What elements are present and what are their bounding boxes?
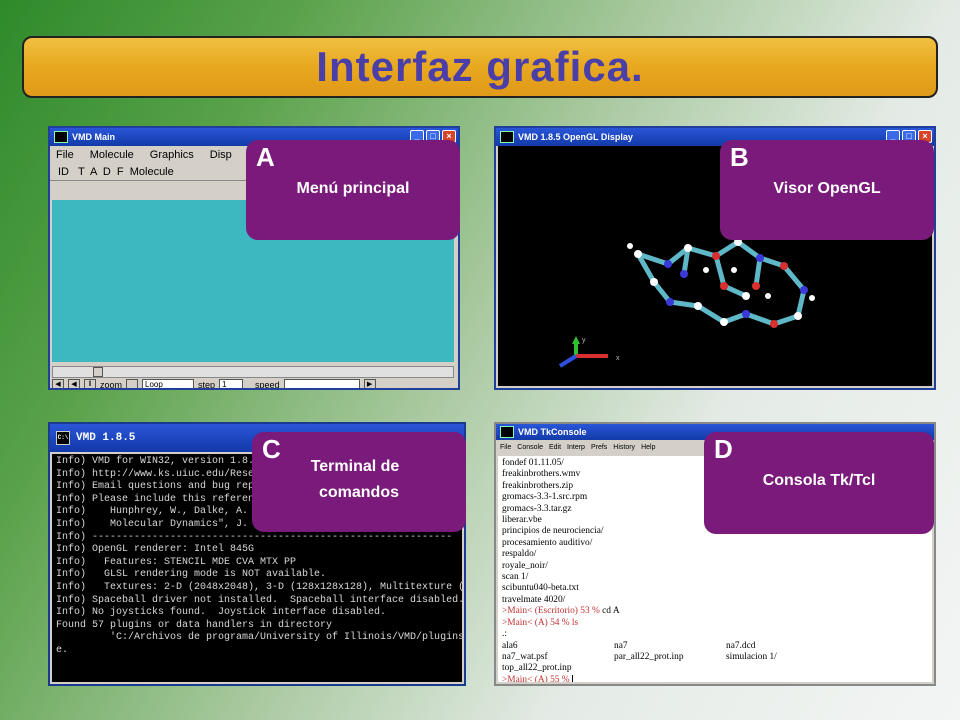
tk-ls-cell: par_all22_prot.inp <box>614 651 684 662</box>
tk-list-line: royale_noir/ <box>502 560 548 571</box>
callout-c-text-line1: Terminal de <box>310 458 400 475</box>
vmd-app-icon <box>500 131 514 143</box>
axis-y-label: y <box>582 337 586 344</box>
tk-prompt-line[interactable]: >Main< (A) 55 % <box>502 674 928 682</box>
molecule-icon <box>627 238 815 328</box>
callout-a-text: Menú principal <box>296 180 410 197</box>
animation-controls: ◀ ◀ ‖ zoom Loop step 1 speed ▶ <box>52 378 454 390</box>
vmd-app-icon <box>500 426 514 438</box>
tk-ls-cell: na7.dcd <box>726 640 756 651</box>
tk-list-line: procesamiento auditivo/ <box>502 537 593 548</box>
step-label: step <box>198 380 216 390</box>
tk-menu-item[interactable]: Console <box>517 444 543 451</box>
tk-ls-cell: simulacion 1/ <box>726 651 777 662</box>
tk-dir-line: .: <box>502 629 507 640</box>
tk-menu-item[interactable]: Help <box>641 444 655 451</box>
play-forward-icon[interactable]: ▶ <box>363 379 376 388</box>
vmd-app-icon <box>54 131 68 143</box>
tk-ls-row: top_all22_prot.inp <box>502 663 928 674</box>
tk-prompt-line: >Main< (Escritorio) 53 % cd A <box>502 606 928 617</box>
axis-x-label: x <box>616 355 620 362</box>
terminal-line: 'C:/Archivos de programa/University of I… <box>110 632 462 644</box>
tk-prompt: >Main< (Escritorio) 53 % <box>502 606 603 617</box>
menu-graphics[interactable]: Graphics <box>150 149 194 161</box>
callout-c-text-line2: comandos <box>318 484 399 501</box>
terminal-line: e. <box>56 644 69 656</box>
tk-menu-item[interactable]: Interp <box>567 444 585 451</box>
tk-menu-item[interactable]: Prefs <box>591 444 607 451</box>
menu-display[interactable]: Disp <box>210 149 232 161</box>
tk-list-line: scibuntu040-beta.txt <box>502 583 579 594</box>
callout-c: C Terminal de comandos <box>252 432 466 532</box>
terminal-line: Found 57 plugins or data handlers in dir… <box>56 619 333 631</box>
step-field[interactable]: 1 <box>219 379 244 388</box>
callout-a: A Menú principal <box>246 140 460 240</box>
callout-b-letter: B <box>730 142 749 172</box>
callout-d-text: Consola Tk/Tcl <box>762 472 876 489</box>
speed-slider[interactable] <box>283 379 360 388</box>
zoom-label: zoom <box>100 380 123 390</box>
tk-list-line: scan 1/ <box>502 572 529 583</box>
terminal-line: Info) GLSL rendering mode is NOT availab… <box>56 569 327 581</box>
tk-menu-item[interactable]: History <box>613 444 635 451</box>
callout-a-letter: A <box>256 142 275 172</box>
tk-ls-cell <box>726 663 838 674</box>
text-cursor <box>571 674 573 682</box>
horizontal-scrollbar[interactable] <box>52 366 454 378</box>
tk-ls-cell <box>614 663 726 674</box>
terminal-line: Info) No joysticks found. Joystick inter… <box>56 607 387 619</box>
terminal-line: Info) Textures: 2-D (2048x2048), 3-D (12… <box>56 581 462 593</box>
step-back-icon[interactable]: ◀ <box>68 379 80 388</box>
terminal-title: VMD 1.8.5 <box>76 432 136 444</box>
callout-d: D Consola Tk/Tcl <box>704 432 934 534</box>
loop-select[interactable]: Loop <box>142 379 195 388</box>
slide-title-bar: Interfaz grafica. <box>22 36 938 98</box>
tk-ls-row: ala6 na7 na7.dcd <box>502 641 928 652</box>
tk-prompt-line: >Main< (A) 54 % ls <box>502 617 579 628</box>
opengl-title: VMD 1.8.5 OpenGL Display <box>518 132 633 142</box>
slide-title: Interfaz grafica. <box>316 43 644 90</box>
tk-ls-cell: na7 <box>614 640 628 651</box>
tk-list-line: travelmate 4020/ <box>502 594 566 605</box>
tk-ls-cell: top_all22_prot.inp <box>502 663 572 674</box>
zoom-checkbox[interactable] <box>126 379 139 388</box>
menu-file[interactable]: File <box>56 149 74 161</box>
terminal-line: Info) Spaceball driver not installed. Sp… <box>56 594 462 606</box>
callout-d-letter: D <box>714 434 733 464</box>
callout-b-text: Visor OpenGL <box>773 180 881 197</box>
tk-list-line: respaldo/ <box>502 549 537 560</box>
tk-menu-item[interactable]: Edit <box>549 444 561 451</box>
tkconsole-title: VMD TkConsole <box>518 427 587 437</box>
terminal-line: Info) ----------------------------------… <box>56 531 453 543</box>
tk-command: cd A <box>602 606 620 617</box>
terminal-line: Info) OpenGL renderer: Intel 845G <box>56 544 255 556</box>
tk-ls-cell: ala6 <box>502 640 518 651</box>
vmd-main-title: VMD Main <box>72 132 116 142</box>
pause-icon[interactable]: ‖ <box>84 379 96 388</box>
tk-menu-item[interactable]: File <box>500 444 511 451</box>
terminal-line: Info) Features: STENCIL MDE CVA MTX PP <box>56 556 297 568</box>
scroll-thumb[interactable] <box>93 367 103 377</box>
terminal-icon: C:\ <box>56 431 70 445</box>
tk-ls-cell: na7_wat.psf <box>502 651 548 662</box>
callout-b: B Visor OpenGL <box>720 140 934 240</box>
tk-prompt: >Main< (A) 55 % <box>502 674 572 682</box>
rewind-icon[interactable]: ◀ <box>52 379 64 388</box>
speed-label: speed <box>255 380 280 390</box>
menu-molecule[interactable]: Molecule <box>90 149 134 161</box>
tk-ls-row: na7_wat.psf par_all22_prot.inp simulacion … <box>502 652 928 663</box>
